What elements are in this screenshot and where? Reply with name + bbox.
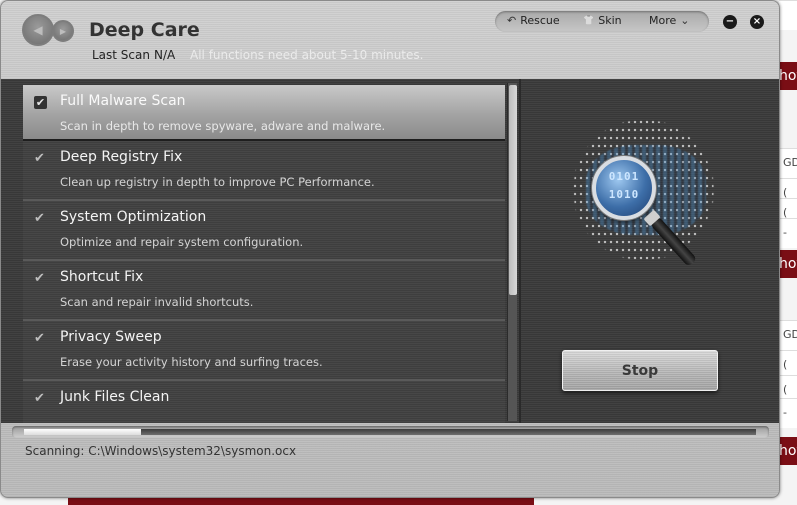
task-item[interactable]: ✔ System Optimization Optimize and repair … (23, 201, 505, 261)
task-description: Optimize and repair system configuration… (60, 235, 304, 249)
task-title: System Optimization (60, 209, 207, 225)
task-item[interactable]: ✔ Deep Registry Fix Clean up registry in d… (23, 141, 505, 201)
task-checkbox[interactable]: ✔ (34, 152, 47, 165)
task-description: Scan and repair invalid shortcuts. (60, 295, 254, 309)
shirt-icon: 👕 (583, 15, 595, 26)
scrollbar-thumb[interactable] (509, 85, 517, 295)
rescue-label: Rescue (520, 14, 560, 27)
background-banner: hot (777, 62, 797, 90)
content-panel: ✔ Full Malware Scan Scan in depth to remov… (1, 79, 779, 423)
task-title: Shortcut Fix (60, 269, 144, 285)
background-cell: GD (779, 148, 797, 178)
task-list: ✔ Full Malware Scan Scan in depth to remov… (23, 85, 505, 423)
task-item[interactable]: ✔ Privacy Sweep Erase your activity histor… (23, 321, 505, 381)
scan-status-text: Scanning: C:\Windows\system32\sysmon.ocx (25, 444, 297, 458)
rescue-button[interactable]: ↶ Rescue (507, 14, 560, 27)
task-list-scrollbar[interactable] (507, 83, 517, 421)
task-title: Junk Files Clean (60, 389, 170, 405)
back-arrow-icon: ◀ (33, 23, 43, 37)
page-title: Deep Care (89, 19, 200, 41)
forward-arrow-icon: ▶ (59, 26, 67, 36)
minimize-icon: − (725, 16, 735, 27)
task-checkbox[interactable]: ✔ (34, 392, 47, 405)
minimize-button[interactable]: − (723, 15, 737, 29)
scan-duration-hint: All functions need about 5-10 minutes. (190, 48, 424, 62)
task-item[interactable]: ✔ Full Malware Scan Scan in depth to remov… (23, 85, 505, 141)
more-label: More (649, 14, 677, 27)
background-banner: hot (777, 437, 797, 465)
background-cell (779, 0, 797, 30)
last-scan-value: N/A (154, 48, 176, 62)
progress-fill (24, 429, 142, 435)
scan-illustration: 0101 1010 (556, 105, 726, 275)
task-title: Full Malware Scan (60, 93, 186, 109)
last-scan-label: Last Scan (92, 48, 150, 62)
background-cell: GD (779, 320, 797, 350)
task-checkbox[interactable]: ✔ (34, 212, 47, 225)
chevron-down-icon: ⌄ (680, 14, 690, 27)
skin-button[interactable]: 👕 Skin (583, 14, 622, 27)
task-description: Erase your activity history and surfing … (60, 355, 323, 369)
task-description: Scan in depth to remove spyware, adware … (60, 119, 386, 133)
task-description: Clean up registry in depth to improve PC… (60, 175, 375, 189)
background-cell: - (779, 218, 797, 248)
forward-button[interactable]: ▶ (52, 20, 74, 42)
magnifying-glass-icon: 0101 1010 (592, 156, 656, 220)
undo-arrow-icon: ↶ (507, 14, 517, 27)
top-toolbar: ↶ Rescue 👕 Skin More ⌄ (495, 11, 709, 32)
close-icon: × (752, 16, 762, 27)
task-checkbox[interactable]: ✔ (34, 96, 47, 109)
progress-track-inner (24, 429, 756, 435)
back-button[interactable]: ◀ (22, 14, 54, 46)
scan-progress-bar (12, 426, 769, 438)
stop-button[interactable]: Stop (562, 350, 718, 391)
task-title: Privacy Sweep (60, 329, 162, 345)
background-banner: hot (777, 250, 797, 278)
background-cell: - (779, 398, 797, 428)
navigation-buttons: ◀ ▶ (22, 14, 76, 46)
close-button[interactable]: × (750, 15, 764, 29)
skin-label: Skin (598, 14, 622, 27)
task-checkbox[interactable]: ✔ (34, 332, 47, 345)
task-item[interactable]: ✔ Shortcut Fix Scan and repair invalid sho… (23, 261, 505, 321)
deep-care-window: ◀ ▶ Deep Care Last Scan N/A All function… (0, 0, 780, 498)
more-menu-button[interactable]: More ⌄ (649, 14, 690, 27)
panel-divider (519, 79, 521, 423)
background-bar (68, 497, 534, 505)
task-title: Deep Registry Fix (60, 149, 183, 165)
task-item[interactable]: ✔ Junk Files Clean (23, 381, 505, 423)
task-checkbox[interactable]: ✔ (34, 272, 47, 285)
